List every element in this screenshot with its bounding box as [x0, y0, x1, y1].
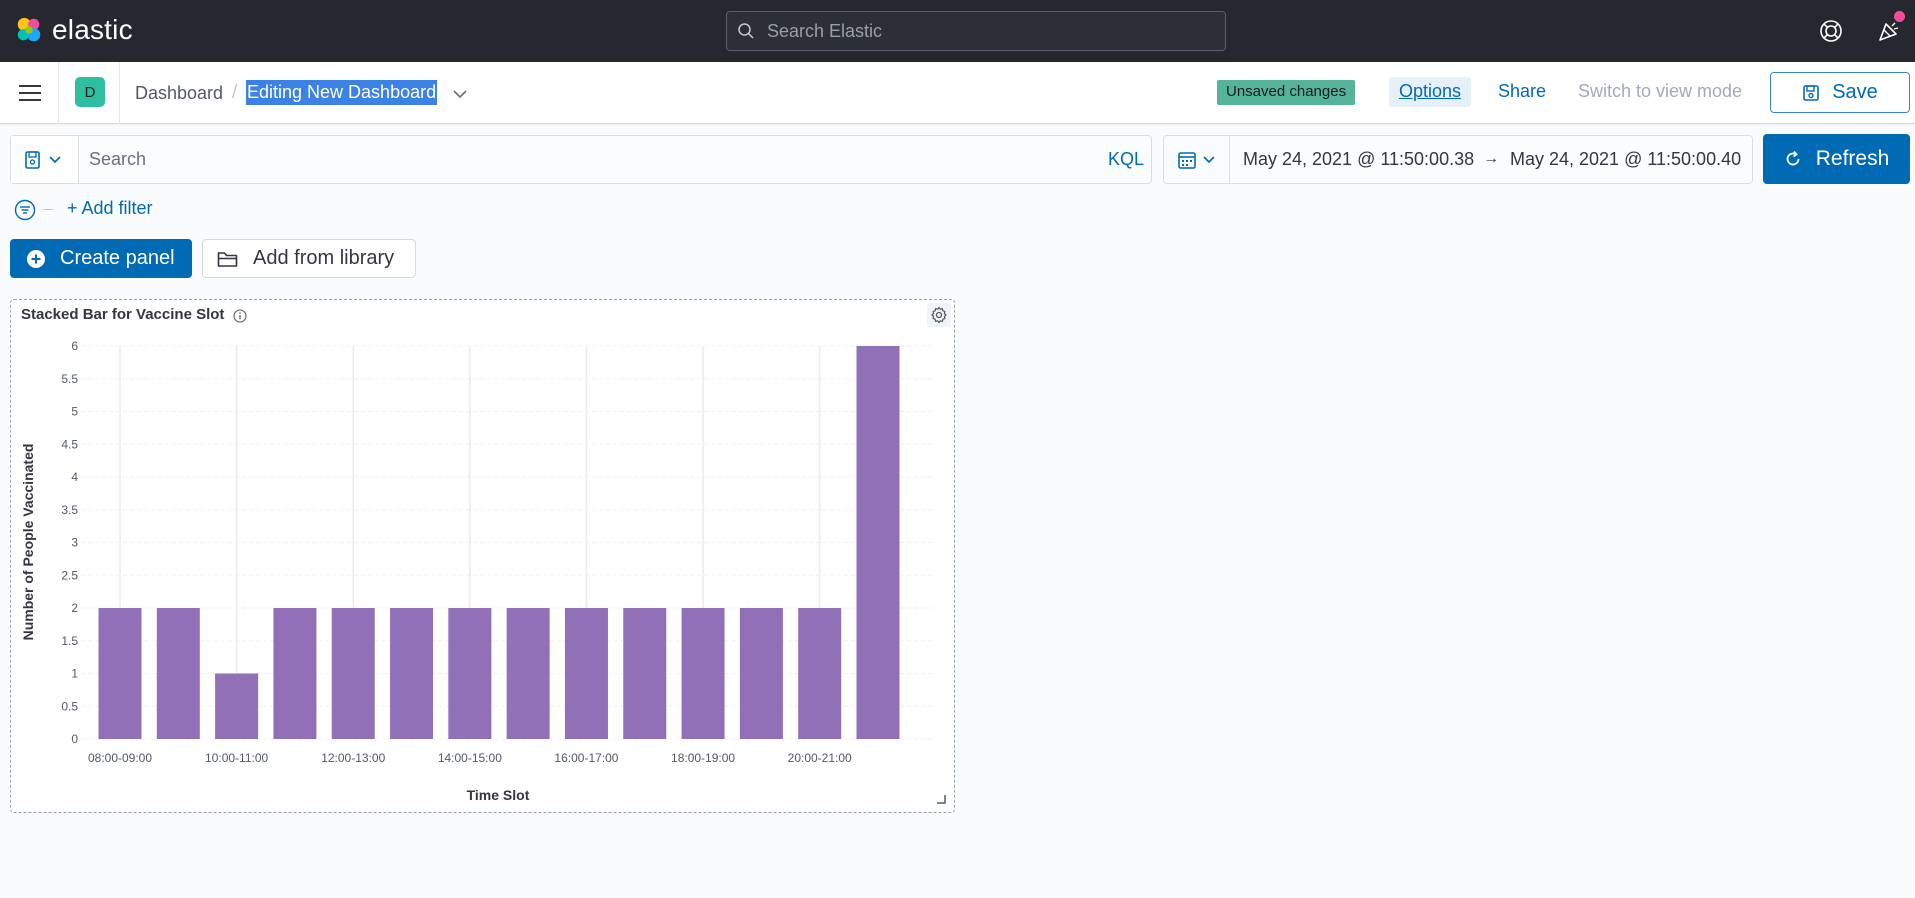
elastic-logo-icon: [17, 17, 41, 42]
bar: [856, 346, 900, 739]
date-picker: May 24, 2021 @ 11:50:00.38 → May 24, 202…: [1163, 135, 1753, 184]
refresh-icon: [1786, 150, 1800, 166]
x-tick-label: 08:00-09:00: [88, 751, 152, 765]
y-tick-label: 2: [71, 601, 78, 615]
saved-query-icon: [24, 150, 61, 169]
save-icon: [1803, 84, 1820, 101]
add-filter-button[interactable]: + Add filter: [67, 198, 153, 219]
y-tick-label: 1.5: [61, 634, 78, 648]
x-tick-label: 18:00-19:00: [671, 751, 735, 765]
start-date-button[interactable]: May 24, 2021 @ 11:50:00.38: [1243, 149, 1474, 170]
bar: [331, 608, 375, 739]
options-button[interactable]: Options: [1389, 77, 1472, 107]
refresh-label: Refresh: [1815, 147, 1890, 170]
y-tick-label: 6: [71, 339, 78, 353]
bar: [273, 608, 317, 739]
breadcrumb-current[interactable]: Editing New Dashboard: [246, 80, 438, 105]
date-range-arrow: →: [1483, 150, 1499, 167]
x-tick-label: 10:00-11:00: [205, 751, 268, 765]
y-tick-label: 2.5: [61, 568, 78, 582]
bar: [448, 608, 492, 739]
y-axis-title: Number of People Vaccinated: [20, 444, 36, 641]
y-tick-label: 5.5: [61, 372, 78, 386]
brand-name: elastic: [52, 14, 133, 45]
y-tick-label: 1: [71, 667, 78, 681]
space-avatar[interactable]: D: [75, 77, 105, 107]
x-axis-title: Time Slot: [467, 787, 530, 803]
y-tick-label: 3.5: [61, 503, 78, 517]
y-tick-label: 0: [71, 732, 78, 746]
bar: [681, 608, 725, 739]
bar: [798, 608, 842, 739]
resize-handle-icon[interactable]: [936, 794, 946, 804]
filter-icon[interactable]: [14, 199, 36, 221]
global-header: elastic Search Elastic: [0, 0, 1915, 62]
refresh-button[interactable]: Refresh: [1763, 134, 1910, 184]
end-date-button[interactable]: May 24, 2021 @ 11:50:00.40: [1510, 149, 1741, 170]
x-tick-label: 14:00-15:00: [438, 751, 502, 765]
query-bar: Search KQL: [10, 135, 1152, 184]
save-label: Save: [1832, 81, 1878, 103]
help-icon[interactable]: [1818, 18, 1844, 44]
bar: [564, 608, 608, 739]
gear-icon: [931, 306, 947, 324]
divider: [43, 209, 53, 210]
y-tick-label: 3: [71, 536, 78, 550]
elastic-logo[interactable]: elastic: [14, 14, 133, 46]
app-header: D Dashboard / Editing New Dashboard Unsa…: [0, 62, 1915, 124]
quick-select-button[interactable]: [1164, 136, 1230, 183]
switch-view-mode-button[interactable]: Switch to view mode: [1578, 81, 1742, 102]
y-tick-label: 0.5: [61, 699, 78, 713]
calendar-icon: [1177, 151, 1215, 169]
bar-chart: 0 0.5 1 1.5 2 2.5 3 3.5 4 4.5 5 5.5 6 08:00-09:00 10:0…: [20, 339, 931, 803]
menu-icon[interactable]: [18, 82, 42, 104]
bar: [156, 608, 200, 739]
x-tick-label: 12:00-13:00: [321, 751, 385, 765]
y-tick-label: 4.5: [61, 437, 78, 451]
add-from-library-button[interactable]: Add from library: [202, 239, 416, 278]
create-panel-button[interactable]: Create panel: [10, 239, 192, 278]
query-input[interactable]: Search: [89, 149, 146, 170]
global-search-placeholder: Search Elastic: [767, 20, 883, 41]
visualization-panel: 0 0.5 1 1.5 2 2.5 3 3.5 4 4.5 5 5.5 6 08:00-09:00 10:0…: [10, 299, 955, 813]
plus-circle-icon: [27, 249, 45, 268]
y-tick-label: 4: [71, 470, 78, 484]
saved-query-menu-button[interactable]: [11, 136, 79, 183]
add-from-library-label: Add from library: [253, 247, 395, 269]
notification-dot: [1894, 11, 1905, 22]
search-icon: [738, 23, 754, 39]
breadcrumb-dashboard[interactable]: Dashboard: [135, 83, 223, 104]
create-panel-label: Create panel: [60, 247, 175, 269]
y-tick-label: 5: [71, 405, 78, 419]
x-tick-label: 16:00-17:00: [554, 751, 618, 765]
divider: [119, 62, 120, 124]
chevron-down-icon[interactable]: [451, 86, 469, 102]
panel-title: Stacked Bar for Vaccine Slot: [21, 306, 225, 323]
bar: [98, 608, 142, 739]
panel-options-button[interactable]: [927, 303, 951, 327]
save-button[interactable]: Save: [1770, 72, 1910, 113]
bar: [390, 608, 434, 739]
divider: [58, 62, 59, 124]
bar: [506, 608, 550, 739]
global-search-input[interactable]: Search Elastic: [726, 11, 1226, 51]
query-language-button[interactable]: KQL: [1108, 149, 1144, 170]
folder-icon: [217, 251, 238, 267]
info-icon[interactable]: [233, 309, 247, 323]
bar: [215, 673, 259, 739]
bar: [623, 608, 667, 739]
unsaved-changes-badge: Unsaved changes: [1217, 80, 1356, 105]
x-tick-label: 20:00-21:00: [788, 751, 852, 765]
bar: [739, 608, 783, 739]
breadcrumb-separator: /: [232, 82, 238, 103]
share-button[interactable]: Share: [1498, 81, 1546, 102]
